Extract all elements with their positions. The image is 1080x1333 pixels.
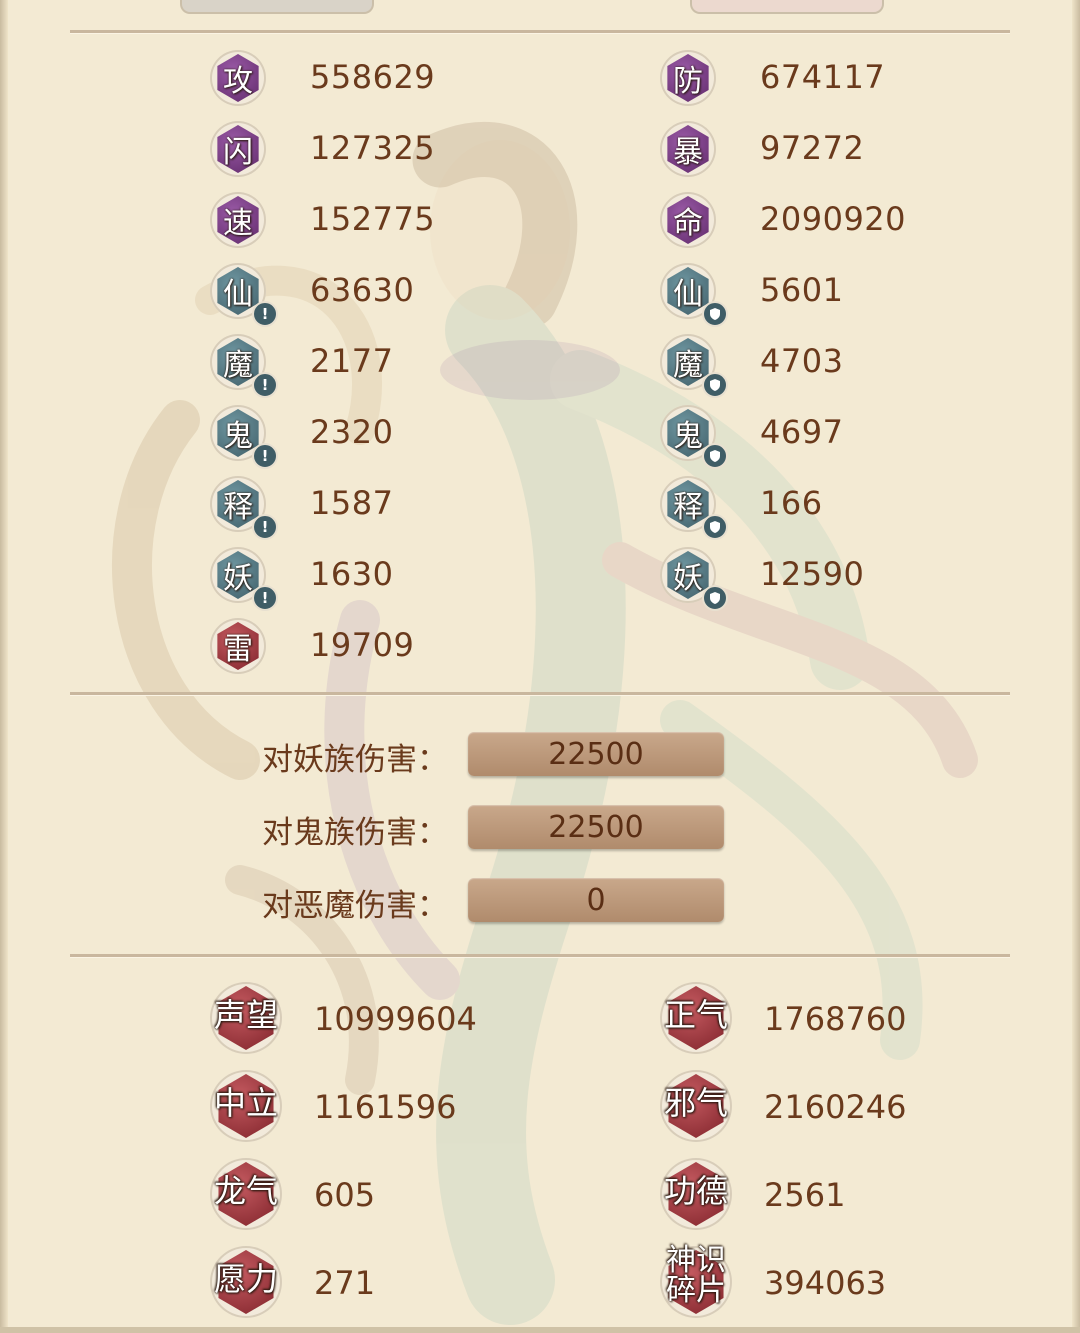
attribute-row: 命 2090920	[660, 192, 960, 252]
attribute-value: 97272	[760, 129, 865, 167]
resource-value: 2160246	[764, 1088, 907, 1126]
top-tab-left[interactable]	[180, 0, 374, 14]
resource-value: 10999604	[314, 1000, 477, 1038]
attribute-value: 4697	[760, 413, 844, 451]
attribute-value: 19709	[310, 626, 415, 664]
resource-row: 愿力 271	[210, 1246, 550, 1322]
attribute-value: 4703	[760, 342, 844, 380]
attribute-row: 释 ! 1587	[210, 476, 510, 540]
attribute-value: 63630	[310, 271, 415, 309]
shield-icon	[702, 585, 728, 611]
attribute-value: 166	[760, 484, 823, 522]
attribute-row: 防 674117	[660, 50, 960, 110]
attribute-value: 2177	[310, 342, 394, 380]
attribute-value: 12590	[760, 555, 865, 593]
attribute-value: 5601	[760, 271, 844, 309]
resource-label: 中立	[213, 1084, 278, 1122]
attribute-row: 妖 ! 1630	[210, 547, 510, 611]
attribute-row: 妖 12590	[660, 547, 960, 611]
top-tab-right[interactable]	[690, 0, 884, 14]
shield-icon	[702, 443, 728, 469]
attribute-row: 仙 5601	[660, 263, 960, 327]
attribute-value: 1630	[310, 555, 394, 593]
damage-row: 对鬼族伤害： 22500	[262, 805, 732, 851]
resource-row: 邪气 2160246	[660, 1070, 1000, 1146]
attribute-value: 2090920	[760, 200, 907, 238]
panel-bottom-edge	[0, 1327, 1080, 1333]
attribute-row: 暴 97272	[660, 121, 960, 181]
resource-label: 声望	[213, 996, 278, 1034]
attribute-row: 仙 ! 63630	[210, 263, 510, 327]
warning-icon: !	[252, 585, 278, 611]
shield-icon	[702, 301, 728, 327]
resource-row: 中立 1161596	[210, 1070, 550, 1146]
damage-value: 22500	[468, 732, 724, 776]
attribute-row: 释 166	[660, 476, 960, 540]
attribute-row: 鬼 ! 2320	[210, 405, 510, 469]
attribute-value: 127325	[310, 129, 436, 167]
attribute-row: 攻 558629	[210, 50, 510, 110]
resource-label: 功德	[663, 1172, 728, 1210]
resource-label: 愿力	[213, 1260, 278, 1298]
resource-value: 394063	[764, 1264, 887, 1302]
attribute-row: 鬼 4697	[660, 405, 960, 469]
damage-label: 对妖族伤害：	[262, 742, 448, 778]
attribute-value: 2320	[310, 413, 394, 451]
shield-icon	[702, 372, 728, 398]
resource-value: 605	[314, 1176, 376, 1214]
damage-row: 对恶魔伤害： 0	[262, 878, 732, 924]
resource-value: 271	[314, 1264, 376, 1302]
attribute-row: 魔 ! 2177	[210, 334, 510, 398]
resource-row: 神识碎片 394063	[660, 1246, 1000, 1322]
shield-icon	[702, 514, 728, 540]
warning-icon: !	[252, 443, 278, 469]
attribute-value: 152775	[310, 200, 436, 238]
warning-icon: !	[252, 301, 278, 327]
resource-row: 龙气 605	[210, 1158, 550, 1234]
attribute-value: 674117	[760, 58, 886, 96]
attribute-row: 闪 127325	[210, 121, 510, 181]
attribute-value: 1587	[310, 484, 394, 522]
divider-bottom	[70, 954, 1010, 958]
resource-row: 声望 10999604	[210, 982, 550, 1058]
damage-value: 0	[468, 878, 724, 922]
frame-right-border	[1072, 0, 1080, 1333]
resource-label: 神识碎片	[666, 1243, 726, 1308]
resource-label: 正气	[663, 996, 728, 1034]
resource-value: 1768760	[764, 1000, 907, 1038]
attribute-row: 雷 19709	[210, 618, 510, 678]
attribute-row: 魔 4703	[660, 334, 960, 398]
warning-icon: !	[252, 514, 278, 540]
resource-value: 1161596	[314, 1088, 457, 1126]
attribute-row: 速 152775	[210, 192, 510, 252]
damage-label: 对恶魔伤害：	[262, 888, 448, 924]
resource-label: 邪气	[663, 1084, 728, 1122]
frame-left-border	[0, 0, 8, 1333]
resource-label: 龙气	[213, 1172, 278, 1210]
resource-row: 正气 1768760	[660, 982, 1000, 1058]
damage-row: 对妖族伤害： 22500	[262, 732, 732, 778]
damage-label: 对鬼族伤害：	[262, 815, 448, 851]
resource-row: 功德 2561	[660, 1158, 1000, 1234]
divider-top	[70, 30, 1010, 34]
warning-icon: !	[252, 372, 278, 398]
resource-value: 2561	[764, 1176, 846, 1214]
damage-value: 22500	[468, 805, 724, 849]
attribute-value: 558629	[310, 58, 436, 96]
divider-middle	[70, 692, 1010, 696]
